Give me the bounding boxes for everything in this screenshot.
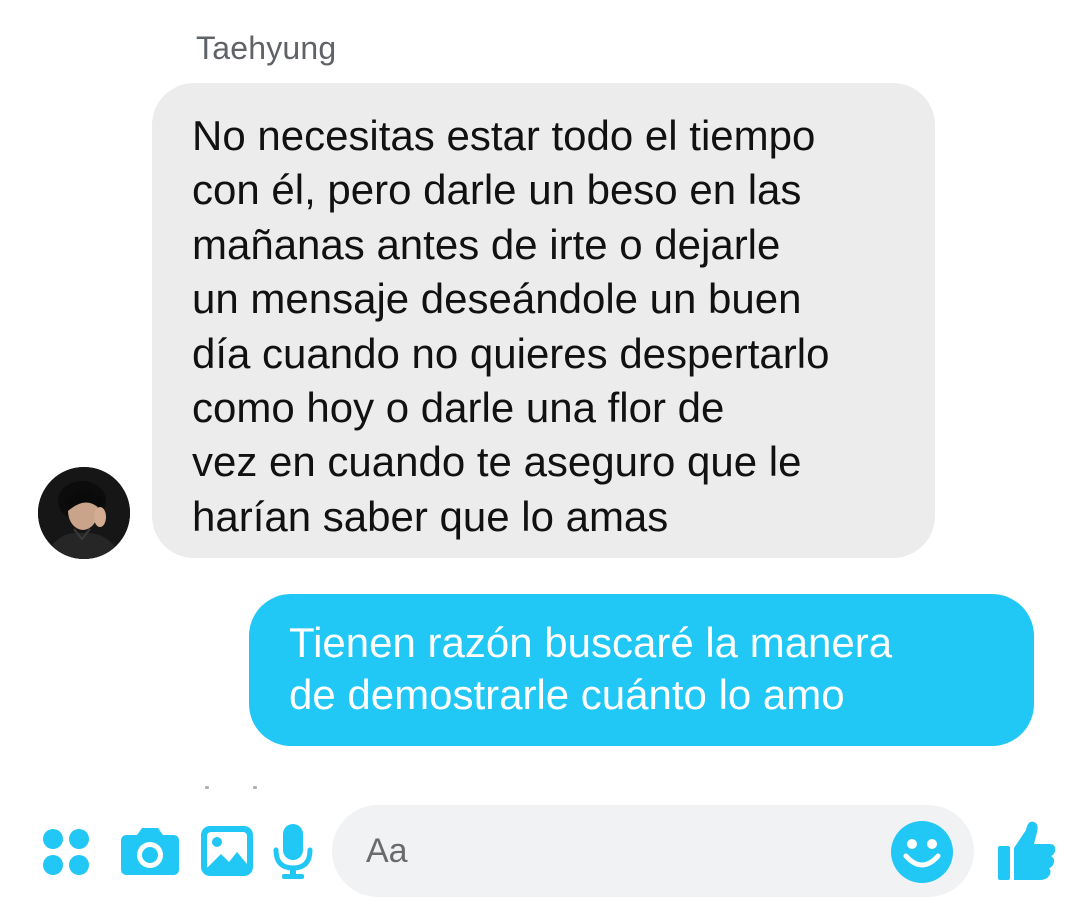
sender-name: Taehyung: [196, 30, 337, 66]
outgoing-message-bubble[interactable]: Tienen razón buscaré la manera de demost…: [249, 594, 1034, 746]
incoming-message-text: No necesitas estar todo el tiempo con él…: [192, 112, 830, 540]
apps-icon[interactable]: [40, 826, 92, 878]
message-input-placeholder: Aa: [366, 832, 408, 870]
message-composer: Aa: [0, 800, 1080, 899]
emoji-icon[interactable]: [890, 820, 954, 884]
incoming-message-bubble[interactable]: No necesitas estar todo el tiempo con él…: [152, 83, 935, 558]
typing-indicator-fragment: [205, 786, 257, 790]
avatar[interactable]: [38, 467, 130, 559]
image-icon[interactable]: [199, 824, 255, 878]
outgoing-message-text: Tienen razón buscaré la manera de demost…: [289, 619, 893, 718]
mic-icon[interactable]: [272, 822, 314, 880]
camera-icon[interactable]: [119, 825, 181, 877]
message-input[interactable]: Aa: [332, 805, 974, 897]
avatar-photo: [38, 467, 130, 559]
thumbs-up-icon[interactable]: [996, 818, 1058, 882]
